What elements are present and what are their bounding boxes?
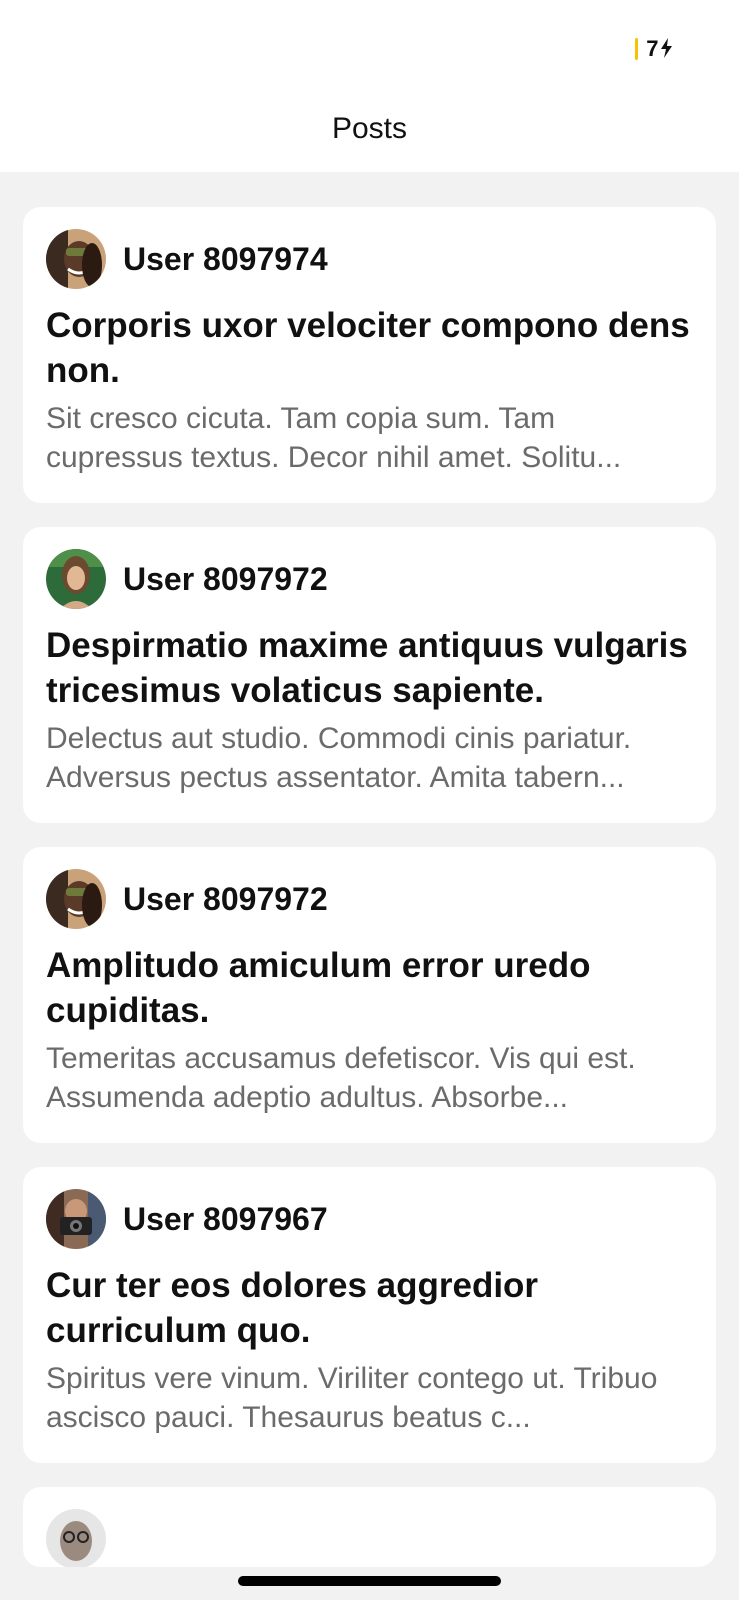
post-title: Cur ter eos dolores aggredior curriculum… — [46, 1266, 539, 1350]
post-header: User 8097972 — [46, 869, 693, 929]
post-header: User 8097974 — [46, 229, 693, 289]
post-username[interactable]: User 8097972 — [123, 561, 328, 598]
post-username[interactable]: User 8097972 — [123, 881, 328, 918]
avatar[interactable] — [46, 1189, 106, 1249]
battery-level: 7 — [646, 36, 673, 62]
avatar[interactable] — [46, 549, 106, 609]
post-title: Despirmatio maxime antiquus vulgaris tri… — [46, 626, 688, 710]
avatar[interactable] — [46, 229, 106, 289]
charging-bolt-icon — [661, 38, 672, 58]
post-card[interactable]: User 8097967 Cur ter eos dolores aggredi… — [23, 1167, 716, 1463]
avatar[interactable] — [46, 1509, 106, 1567]
post-header: User 8097967 — [46, 1189, 693, 1249]
post-header: User 8097972 — [46, 549, 693, 609]
post-body: Sit cresco cicuta. Tam copia sum. Tam cu… — [46, 402, 622, 474]
post-body: Temeritas accusamus defetiscor. Vis qui … — [46, 1042, 636, 1114]
battery-level-icon — [635, 38, 639, 60]
post-body: Delectus aut studio. Commodi cinis paria… — [46, 722, 632, 794]
post-header — [46, 1509, 693, 1567]
post-title: Amplitudo amiculum error uredo cupiditas… — [46, 946, 591, 1030]
post-card[interactable]: User 8097972 Amplitudo amiculum error ur… — [23, 847, 716, 1143]
page-title: Posts — [331, 112, 408, 145]
home-indicator[interactable] — [238, 1576, 501, 1586]
posts-feed[interactable]: User 8097974 Corporis uxor velociter com… — [23, 207, 716, 1567]
post-card[interactable]: User 8097972 Despirmatio maxime antiquus… — [23, 527, 716, 823]
post-username[interactable]: User 8097967 — [123, 1201, 328, 1238]
top-bar: 7 Posts — [0, 0, 739, 172]
post-title: Corporis uxor velociter compono dens non… — [46, 306, 690, 390]
post-card[interactable]: User 8097974 Corporis uxor velociter com… — [23, 207, 716, 503]
post-card[interactable] — [23, 1487, 716, 1567]
post-body: Spiritus vere vinum. Viriliter contego u… — [46, 1362, 658, 1434]
post-username[interactable]: User 8097974 — [123, 241, 328, 278]
status-bar: 7 — [635, 34, 673, 64]
avatar[interactable] — [46, 869, 106, 929]
